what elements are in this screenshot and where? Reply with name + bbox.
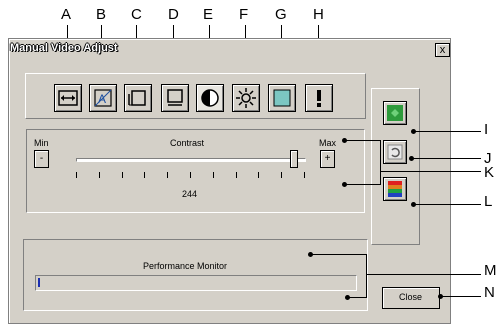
callout-F: F xyxy=(239,6,249,23)
callout-dot xyxy=(308,252,313,257)
noise-threshold-icon xyxy=(273,89,291,107)
title-bar: Manual Video Adjust x xyxy=(10,40,450,58)
refresh-button[interactable] xyxy=(383,140,407,164)
slider-tick xyxy=(99,172,100,178)
callout-dot xyxy=(342,182,347,187)
callout-line-K xyxy=(380,171,481,172)
slider-tick xyxy=(304,172,305,178)
callout-line-K-top xyxy=(345,140,380,141)
color-bars-button[interactable] xyxy=(383,177,407,201)
callout-I: I xyxy=(484,121,489,138)
callout-N: N xyxy=(484,284,495,301)
horizontal-position-button[interactable] xyxy=(124,84,152,112)
callout-C: C xyxy=(131,6,142,23)
callout-line-M xyxy=(366,274,481,275)
auto-adjust-icon xyxy=(387,105,403,121)
noise-threshold-button[interactable] xyxy=(268,84,296,112)
width-adjust-icon xyxy=(58,90,78,106)
callout-line-M-bottom xyxy=(348,297,366,298)
callout-line-M-vertical xyxy=(366,254,367,298)
horizontal-position-icon xyxy=(128,90,146,106)
slider-tick xyxy=(167,172,168,178)
slider-tick xyxy=(236,172,237,178)
callout-dot xyxy=(342,138,347,143)
manual-video-adjust-dialog: Manual Video Adjust x A xyxy=(8,38,451,324)
max-label: Max xyxy=(319,138,337,148)
callout-K: K xyxy=(484,164,495,181)
adjust-name-label: Contrast xyxy=(170,138,205,148)
callout-line-K-bottom xyxy=(345,184,380,185)
callout-line-N xyxy=(440,296,481,297)
callout-dot xyxy=(438,294,443,299)
callout-M: M xyxy=(484,262,497,279)
decrease-button[interactable]: - xyxy=(34,150,49,168)
color-bars-icon xyxy=(388,181,402,197)
callout-G: G xyxy=(275,6,287,23)
performance-meter xyxy=(35,275,357,291)
increase-button[interactable]: + xyxy=(320,150,335,168)
slider-ticks xyxy=(76,172,306,180)
callout-H: H xyxy=(313,6,324,23)
callout-line-L xyxy=(413,204,481,205)
callout-L: L xyxy=(484,193,493,210)
callout-line-K-vertical xyxy=(380,140,381,185)
focus-icon: A xyxy=(94,89,112,107)
adjust-value: 244 xyxy=(182,189,198,199)
vertical-position-button[interactable] xyxy=(161,84,189,112)
brightness-button[interactable] xyxy=(232,84,260,112)
priority-threshold-icon xyxy=(317,90,321,107)
callout-dot xyxy=(411,129,416,134)
slider-track[interactable] xyxy=(76,158,306,162)
callout-line-J xyxy=(411,158,481,159)
slider-tick xyxy=(144,172,145,178)
callout-dot xyxy=(411,202,416,207)
contrast-button[interactable] xyxy=(196,84,224,112)
close-button[interactable]: Close xyxy=(382,287,440,309)
callout-line-M-top xyxy=(311,254,366,255)
callout-line-I xyxy=(413,131,481,132)
callout-D: D xyxy=(168,6,179,23)
slider-tick xyxy=(281,172,282,178)
close-button-label: Close xyxy=(399,292,423,302)
callout-A: A xyxy=(61,6,72,23)
min-label: Min xyxy=(34,138,49,148)
priority-threshold-button[interactable] xyxy=(305,84,333,112)
performance-monitor-label: Performance Monitor xyxy=(143,261,228,271)
slider-tick xyxy=(213,172,214,178)
slider-tick xyxy=(258,172,259,178)
vertical-position-icon xyxy=(167,89,183,106)
window-close-button[interactable]: x xyxy=(435,43,450,57)
slider-thumb[interactable] xyxy=(290,150,299,168)
width-adjust-button[interactable] xyxy=(54,84,82,112)
window-title: Manual Video Adjust xyxy=(10,42,118,54)
callout-B: B xyxy=(96,6,107,23)
callout-dot xyxy=(345,295,350,300)
slider-tick xyxy=(122,172,123,178)
slider-tick xyxy=(76,172,77,178)
refresh-icon xyxy=(387,144,403,160)
slider-tick xyxy=(190,172,191,178)
contrast-icon xyxy=(201,89,219,107)
performance-meter-fill xyxy=(38,278,40,287)
callout-dot xyxy=(409,156,414,161)
auto-adjust-button[interactable] xyxy=(383,101,407,125)
brightness-icon xyxy=(236,88,256,108)
focus-button[interactable]: A xyxy=(89,84,117,112)
callout-E: E xyxy=(203,6,214,23)
